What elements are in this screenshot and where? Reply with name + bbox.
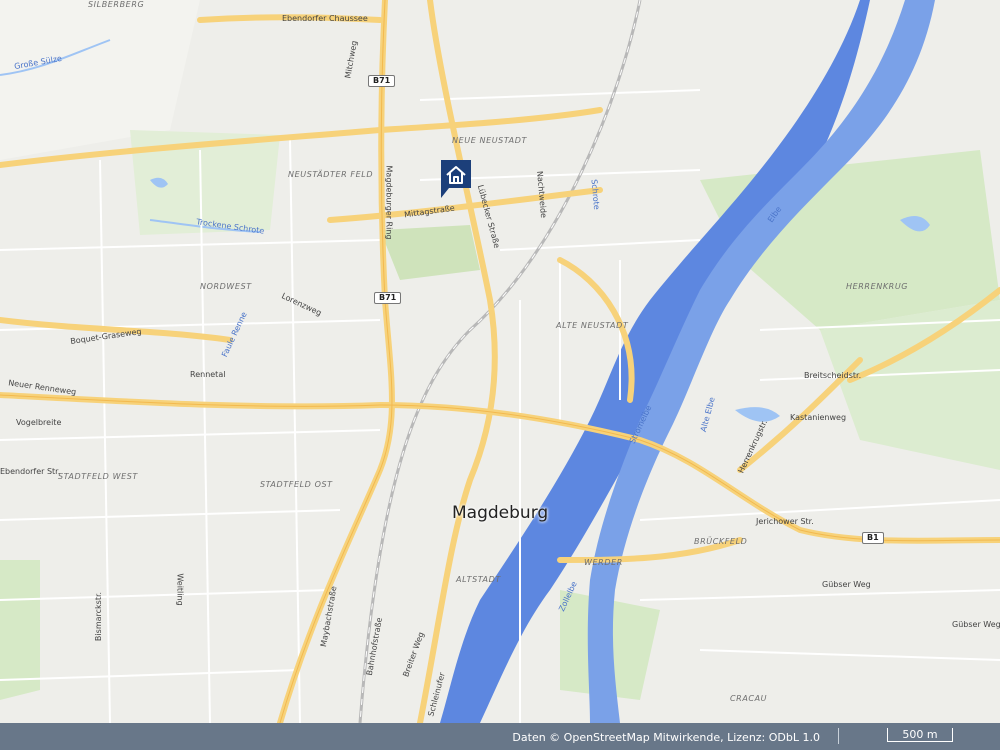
road-shield-b1: B1 xyxy=(862,532,884,544)
map-footer: Daten © OpenStreetMap Mitwirkende, Lizen… xyxy=(0,723,1000,750)
scale-bar: 500 m xyxy=(887,728,953,742)
street-label-weitling: Weitling xyxy=(175,573,185,606)
street-label-vogelbreite: Vogelbreite xyxy=(16,418,62,427)
street-label-bismarckstr: Bismarckstr. xyxy=(94,591,104,642)
map-canvas[interactable]: SILBERBERG NEUE NEUSTADT NEUSTÄDTER FELD… xyxy=(0,0,1000,750)
district-label-nordwest: NORDWEST xyxy=(200,282,252,291)
district-label-brueckfeld: BRÜCKFELD xyxy=(694,537,748,546)
road-shield-b71-south: B71 xyxy=(374,292,402,304)
district-label-neue-neustadt: NEUE NEUSTADT xyxy=(452,136,527,145)
city-label: Magdeburg xyxy=(452,503,549,523)
street-label-jerichower-str: Jerichower Str. xyxy=(756,517,814,526)
district-label-cracau: CRACAU xyxy=(730,694,768,703)
street-label-rennetal: Rennetal xyxy=(190,370,226,379)
district-label-alte-neustadt: ALTE NEUSTADT xyxy=(556,321,629,330)
district-label-herrenkrug: HERRENKRUG xyxy=(846,282,909,291)
footer-divider xyxy=(838,728,839,744)
street-label-guebser-weg-2: Gübser Weg 2 xyxy=(952,620,1000,629)
house-icon xyxy=(441,160,471,198)
district-label-stadtfeld-west: STADTFELD WEST xyxy=(58,472,138,481)
district-label-silberberg: SILBERBERG xyxy=(88,0,145,9)
road-shield-b71-north: B71 xyxy=(368,75,396,87)
district-label-stadtfeld-ost: STADTFELD OST xyxy=(260,480,333,489)
map-base-layer xyxy=(0,0,1000,723)
street-label-ebendorfer-str: Ebendorfer Str. xyxy=(0,467,61,476)
attribution-link[interactable]: Daten © OpenStreetMap Mitwirkende, Lizen… xyxy=(512,731,820,744)
district-label-altstadt: ALTSTADT xyxy=(456,575,501,584)
street-label-guebser-weg: Gübser Weg xyxy=(822,580,871,589)
street-label-kastanienweg: Kastanienweg xyxy=(790,413,847,422)
location-marker[interactable] xyxy=(441,160,471,198)
street-label-magdeburger-ring: Magdeburger Ring xyxy=(384,165,394,240)
street-label-ebendorfer-chaussee: Ebendorfer Chaussee xyxy=(282,14,368,23)
district-label-neustaedter-feld: NEUSTÄDTER FELD xyxy=(288,170,374,179)
district-label-werder: WERDER xyxy=(584,558,623,567)
street-label-breitscheidstr: Breitscheidstr. xyxy=(804,371,862,380)
